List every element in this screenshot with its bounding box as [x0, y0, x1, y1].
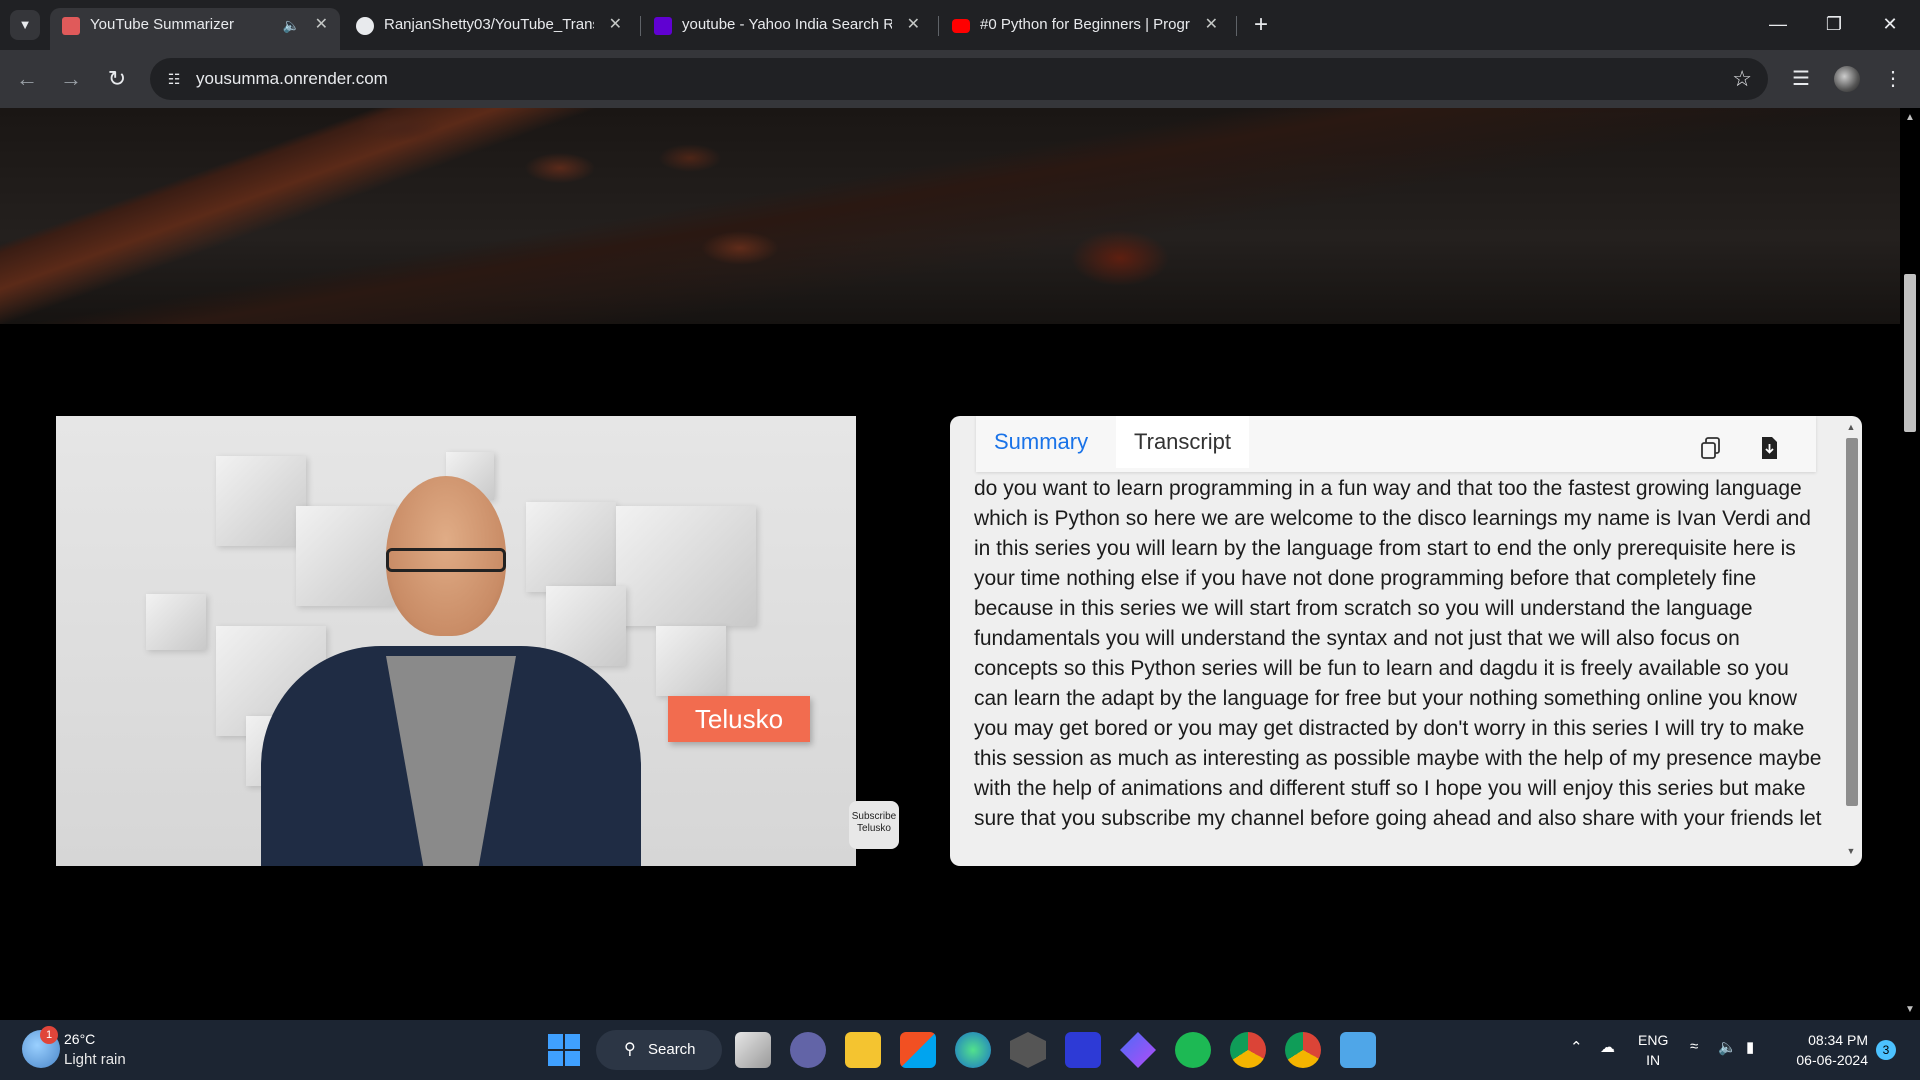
panel-scrollbar[interactable]: ▲ ▼	[1844, 422, 1858, 858]
forward-button[interactable]: →	[56, 64, 86, 94]
region-code: IN	[1646, 1052, 1661, 1068]
tab-yahoo[interactable]: youtube - Yahoo India Search R ✕	[642, 8, 932, 50]
task-view-icon[interactable]	[735, 1032, 771, 1068]
weather-temperature[interactable]: 26°C	[64, 1031, 95, 1047]
battery-icon[interactable]: ▮	[1746, 1038, 1754, 1056]
background-cube	[526, 502, 616, 592]
tab-python-video[interactable]: #0 Python for Beginners | Progr ✕	[940, 8, 1230, 50]
background-cube	[656, 626, 726, 696]
scrollbar-thumb[interactable]	[1904, 274, 1916, 432]
wifi-icon[interactable]: ≈	[1690, 1038, 1698, 1055]
page-content: Telusko Subscribe Telusko Summary Transc…	[0, 108, 1900, 1020]
onedrive-icon[interactable]: ☁	[1600, 1038, 1615, 1056]
download-icon[interactable]	[1758, 436, 1780, 460]
scrollbar-thumb[interactable]	[1846, 438, 1858, 806]
background-cube	[616, 506, 756, 626]
restore-button[interactable]: ❐	[1806, 0, 1862, 48]
tab-github[interactable]: RanjanShetty03/YouTube_Trans ✕	[344, 8, 634, 50]
site-info-icon[interactable]: ☷	[164, 69, 184, 89]
tab-divider	[1236, 16, 1237, 36]
tab-divider	[938, 16, 939, 36]
tab-title: #0 Python for Beginners | Progr	[980, 16, 1190, 33]
chrome-profile-icon[interactable]	[1285, 1032, 1321, 1068]
youtube-icon	[952, 19, 970, 33]
volume-icon[interactable]: 🔈	[1718, 1038, 1737, 1056]
subscribe-watermark[interactable]: Subscribe Telusko	[849, 801, 899, 849]
page-scrollbar[interactable]: ▲ ▼	[1900, 108, 1920, 1020]
file-explorer-icon[interactable]	[845, 1032, 881, 1068]
subscribe-channel: Telusko	[857, 823, 891, 834]
scroll-down-arrow-icon[interactable]: ▼	[1844, 846, 1858, 856]
copilot-icon[interactable]	[1120, 1032, 1156, 1068]
browser-toolbar: ← → ↻ ☷ yousumma.onrender.com ☆ ☰ ⋮	[0, 50, 1920, 108]
tab-title: youtube - Yahoo India Search R	[682, 16, 892, 33]
bookmark-star-icon[interactable]: ☆	[1732, 66, 1752, 92]
video-player[interactable]: Telusko	[56, 416, 856, 866]
edge-icon[interactable]	[955, 1032, 991, 1068]
clock-time: 08:34 PM	[1808, 1032, 1868, 1048]
tab-strip: ▼ YouTube Summarizer 🔈 ✕ RanjanShetty03/…	[0, 0, 1920, 50]
chevron-down-icon: ▼	[18, 17, 32, 32]
background-cube	[146, 594, 206, 650]
menu-kebab-icon[interactable]: ⋮	[1878, 64, 1908, 94]
tab-youtube-summarizer[interactable]: YouTube Summarizer 🔈 ✕	[50, 8, 340, 50]
minimize-button[interactable]: —	[1750, 0, 1806, 48]
copy-icon[interactable]	[1700, 436, 1722, 460]
weather-description[interactable]: Light rain	[64, 1051, 126, 1068]
microsoft-store-icon[interactable]	[900, 1032, 936, 1068]
notification-badge[interactable]: 3	[1876, 1040, 1896, 1060]
app-hexagon-icon[interactable]	[1010, 1032, 1046, 1068]
subscribe-label: Subscribe	[851, 811, 897, 822]
tab-title: RanjanShetty03/YouTube_Trans	[384, 16, 594, 33]
speaker-icon[interactable]: 🔈	[283, 8, 300, 42]
search-label: Search	[648, 1041, 696, 1058]
taskbar-search[interactable]: ⚲ Search	[596, 1030, 722, 1070]
media-controls-icon[interactable]: ☰	[1786, 64, 1816, 94]
url-text: yousumma.onrender.com	[196, 69, 388, 88]
transcript-text: do you want to learn programming in a fu…	[974, 477, 1822, 830]
close-icon[interactable]: ✕	[315, 8, 328, 42]
profile-avatar[interactable]	[1834, 66, 1860, 92]
close-icon[interactable]: ✕	[1205, 8, 1218, 42]
spotify-icon[interactable]	[1175, 1032, 1211, 1068]
yahoo-icon	[654, 17, 672, 35]
teams-icon[interactable]	[790, 1032, 826, 1068]
tab-divider	[640, 16, 641, 36]
tray-overflow-chevron-icon[interactable]: ⌃	[1570, 1038, 1583, 1056]
presenter-glasses	[386, 548, 506, 572]
close-icon[interactable]: ✕	[907, 8, 920, 42]
tab-summary[interactable]: Summary	[976, 416, 1106, 468]
windows-taskbar: 1 26°C Light rain ⚲ Search ⌃ ☁ ENG IN ≈ …	[0, 1020, 1920, 1080]
reload-button[interactable]: ↻	[102, 64, 132, 94]
address-bar[interactable]: ☷ yousumma.onrender.com ☆	[150, 58, 1768, 100]
close-icon[interactable]: ✕	[609, 8, 622, 42]
scroll-down-arrow-icon[interactable]: ▼	[1900, 1004, 1920, 1015]
new-tab-button[interactable]: +	[1244, 8, 1278, 42]
tab-title: YouTube Summarizer	[90, 16, 234, 33]
tab-search-button[interactable]: ▼	[10, 10, 40, 40]
background-cube	[296, 506, 396, 606]
notepad-icon[interactable]	[1340, 1032, 1376, 1068]
background-cube	[216, 456, 306, 546]
panel-tab-bar: Summary Transcript	[976, 416, 1816, 472]
app-blue-icon[interactable]	[1065, 1032, 1101, 1068]
output-panel: Summary Transcript do you want to learn …	[950, 416, 1862, 866]
start-button[interactable]	[548, 1034, 580, 1066]
back-button[interactable]: ←	[12, 64, 42, 94]
clock-date: 06-06-2024	[1796, 1052, 1868, 1068]
language-code: ENG	[1638, 1032, 1669, 1048]
weather-badge: 1	[40, 1026, 58, 1044]
system-clock[interactable]: 08:34 PM 06-06-2024	[1782, 1030, 1868, 1070]
hero-banner-image	[0, 108, 1900, 324]
close-window-button[interactable]: ✕	[1862, 0, 1918, 48]
search-icon: ⚲	[624, 1041, 636, 1058]
scroll-up-arrow-icon[interactable]: ▲	[1844, 422, 1858, 432]
summarizer-favicon-icon	[62, 17, 80, 35]
scroll-up-arrow-icon[interactable]: ▲	[1900, 112, 1920, 123]
channel-name-badge: Telusko	[668, 696, 810, 742]
chrome-icon[interactable]	[1230, 1032, 1266, 1068]
tab-transcript[interactable]: Transcript	[1116, 416, 1249, 468]
github-icon	[356, 17, 374, 35]
language-indicator[interactable]: ENG IN	[1638, 1030, 1668, 1070]
